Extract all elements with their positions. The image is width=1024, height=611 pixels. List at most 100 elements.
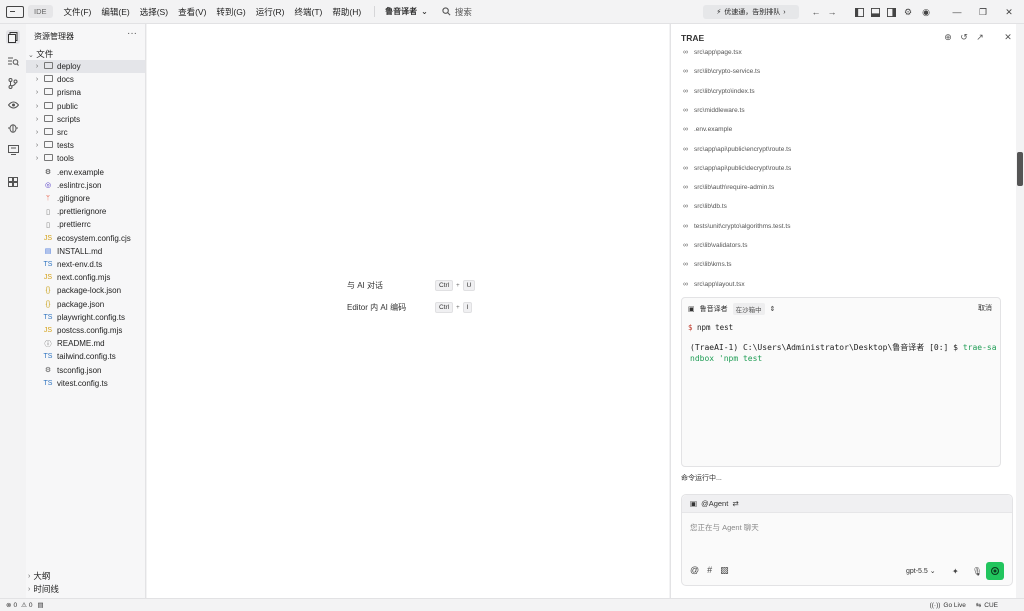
changed-file-item[interactable]: ∞ src\lib\db.ts xyxy=(683,203,727,210)
tree-file[interactable]: ᛘ .gitignore xyxy=(26,192,145,205)
extensions-icon[interactable] xyxy=(6,175,20,189)
agent-label[interactable]: @Agent xyxy=(701,499,728,508)
microphone-icon[interactable]: 🎙 xyxy=(972,567,982,576)
changed-file-item[interactable]: ∞ src\app\api\public\decrypt\route.ts xyxy=(683,165,791,172)
explorer-icon[interactable] xyxy=(6,30,20,44)
tree-file[interactable]: ▤ INSTALL.md xyxy=(26,245,145,258)
tree-file[interactable]: TS playwright.config.ts xyxy=(26,311,145,324)
more-actions-icon[interactable]: ··· xyxy=(127,28,137,39)
error-icon[interactable]: ⊗ xyxy=(6,601,11,609)
tree-file[interactable]: TS next-env.d.ts xyxy=(26,258,145,271)
ide-mode-tag[interactable]: IDE xyxy=(28,5,53,18)
menu-help[interactable]: 帮助(H) xyxy=(327,6,366,18)
swap-icon[interactable]: ⇄ xyxy=(732,499,738,508)
warning-count[interactable]: 0 xyxy=(29,602,33,609)
cancel-button[interactable]: 取消 xyxy=(978,303,992,313)
tree-file[interactable]: JS postcss.config.mjs xyxy=(26,324,145,337)
tree-folder[interactable]: › deploy xyxy=(26,60,145,73)
eye-icon[interactable] xyxy=(6,98,20,112)
chat-input[interactable]: 您正在与 Agent 聊天 xyxy=(690,522,759,533)
changed-file-item[interactable]: ∞ src\lib\validators.ts xyxy=(683,242,747,249)
menu-file[interactable]: 文件(F) xyxy=(59,6,97,18)
toggle-panel-icon[interactable] xyxy=(868,5,882,19)
changed-file-item[interactable]: ∞ src\lib\kms.ts xyxy=(683,261,732,268)
broadcast-icon[interactable]: ((·)) xyxy=(930,602,941,609)
changed-file-item[interactable]: ∞ src\middleware.ts xyxy=(683,107,745,114)
scrollbar-thumb[interactable] xyxy=(1017,152,1023,186)
timeline-section[interactable]: › 时间线 xyxy=(28,583,59,595)
tree-file[interactable]: JS next.config.mjs xyxy=(26,271,145,284)
send-button[interactable] xyxy=(986,562,1004,580)
tree-file[interactable]: {} package.json xyxy=(26,298,145,311)
tree-folder[interactable]: › src xyxy=(26,126,145,139)
account-icon[interactable]: ◉ xyxy=(919,5,933,19)
image-icon[interactable]: ▨ xyxy=(720,565,729,576)
toggle-sidebar-icon[interactable] xyxy=(852,5,866,19)
forward-arrow-icon[interactable]: → xyxy=(825,5,839,19)
menu-selection[interactable]: 选择(S) xyxy=(135,6,173,18)
tree-file[interactable]: TS tailwind.config.ts xyxy=(26,350,145,363)
tree-root-files[interactable]: ⌄ 文件 xyxy=(28,48,53,60)
open-external-icon[interactable]: ↗ xyxy=(974,31,986,43)
changed-file-item[interactable]: ∞ src\app\api\public\encrypt\route.ts xyxy=(683,146,791,153)
sparkle-icon[interactable]: ✦ xyxy=(952,567,959,576)
golive-button[interactable]: Go Live xyxy=(943,602,965,609)
tree-folder[interactable]: › tests xyxy=(26,139,145,152)
tree-folder[interactable]: › scripts xyxy=(26,113,145,126)
tree-file[interactable]: ▯ .prettierignore xyxy=(26,205,145,218)
hash-icon[interactable]: # xyxy=(707,565,712,576)
tree-file[interactable]: ⓘ README.md xyxy=(26,337,145,350)
changed-file-item[interactable]: ∞ src\lib\auth\require-admin.ts xyxy=(683,184,774,191)
menu-view[interactable]: 查看(V) xyxy=(173,6,211,18)
new-chat-icon[interactable]: ⊕ xyxy=(942,31,954,43)
outline-section[interactable]: › 大纲 xyxy=(28,570,50,582)
menu-edit[interactable]: 编辑(E) xyxy=(96,6,134,18)
promo-button[interactable]: ⚡ 优速通，告别排队 › xyxy=(703,5,799,19)
changed-file-item[interactable]: ∞ tests\unit\crypto\algorithms.test.ts xyxy=(683,223,790,230)
tree-file[interactable]: TS vitest.config.ts xyxy=(26,377,145,390)
command-search[interactable]: 搜索 xyxy=(442,6,472,18)
mention-icon[interactable]: @ xyxy=(690,565,699,576)
json-icon: {} xyxy=(45,287,51,295)
error-count[interactable]: 0 xyxy=(13,602,17,609)
search-code-icon[interactable] xyxy=(6,54,20,68)
debug-icon[interactable] xyxy=(6,120,20,134)
tree-folder[interactable]: › prisma xyxy=(26,86,145,99)
tree-file[interactable]: ⚙ .env.example xyxy=(26,166,145,179)
tree-folder[interactable]: › docs xyxy=(26,73,145,86)
tree-folder[interactable]: › tools xyxy=(26,152,145,165)
changed-file-item[interactable]: ∞ src\app\page.tsx xyxy=(683,49,742,56)
close-icon[interactable]: ✕ xyxy=(1002,31,1014,43)
cue-button[interactable]: CUE xyxy=(984,602,998,609)
cue-icon[interactable]: ⇆ xyxy=(976,601,981,609)
changed-file-item[interactable]: ∞ src\lib\crypto\index.ts xyxy=(683,88,755,95)
menu-terminal[interactable]: 终端(T) xyxy=(290,6,328,18)
tree-file[interactable]: {} package-lock.json xyxy=(26,284,145,297)
tree-file[interactable]: ◎ .eslintrc.json xyxy=(26,179,145,192)
toggle-auxbar-icon[interactable] xyxy=(884,5,898,19)
menu-run[interactable]: 运行(R) xyxy=(251,6,290,18)
ports-icon[interactable]: ▤ xyxy=(38,601,44,609)
restore-icon[interactable]: ❐ xyxy=(976,5,990,19)
changed-file-item[interactable]: ∞ src\lib\crypto-service.ts xyxy=(683,68,760,75)
tree-file[interactable]: ⚙ tsconfig.json xyxy=(26,364,145,377)
source-control-icon[interactable] xyxy=(6,76,20,90)
gear-icon[interactable]: ⚙ xyxy=(901,5,915,19)
tree-folder[interactable]: › public xyxy=(26,100,145,113)
menu-go[interactable]: 转到(G) xyxy=(211,6,250,18)
tree-file[interactable]: JS ecosystem.config.cjs xyxy=(26,232,145,245)
editor-area[interactable]: 与 AI 对话 Ctrl + U Editor 内 AI 编码 Ctrl + I xyxy=(147,24,669,598)
back-arrow-icon[interactable]: ← xyxy=(809,5,823,19)
tree-file[interactable]: ▯ .prettierrc xyxy=(26,218,145,231)
model-selector[interactable]: gpt-5.5 ⌄ xyxy=(906,567,936,575)
remote-monitor-icon[interactable] xyxy=(6,143,20,157)
minimize-icon[interactable]: — xyxy=(950,5,964,19)
expand-icon[interactable]: ⇕ xyxy=(770,305,776,313)
changed-file-item[interactable]: ∞ src\app\layout.tsx xyxy=(683,281,745,288)
changed-file-item[interactable]: ∞ .env.example xyxy=(683,126,732,133)
close-icon[interactable]: ✕ xyxy=(1002,5,1016,19)
warning-icon[interactable]: ⚠ xyxy=(21,601,27,609)
history-icon[interactable]: ↺ xyxy=(958,31,970,43)
project-selector[interactable]: 鲁音译者 ⌄ xyxy=(374,6,428,17)
tree-item-label: public xyxy=(57,101,78,111)
